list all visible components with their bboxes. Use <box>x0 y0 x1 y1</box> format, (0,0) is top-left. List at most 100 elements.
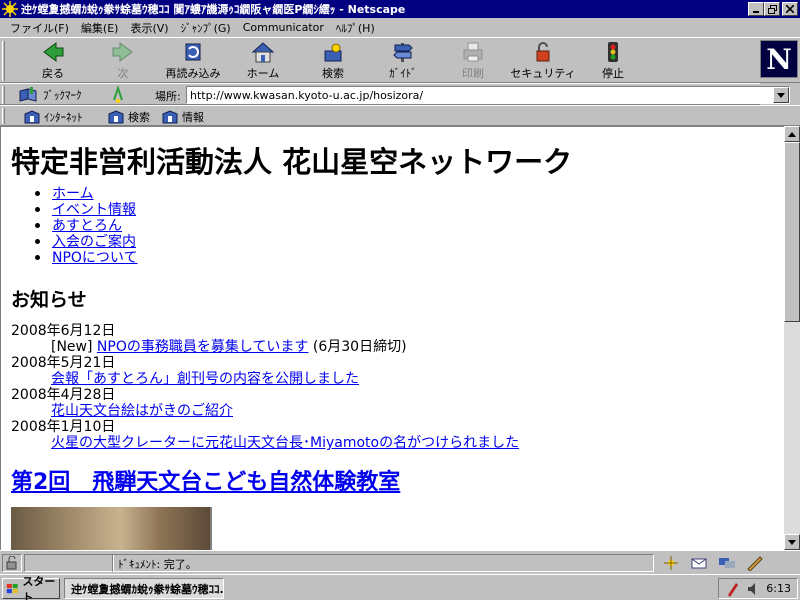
search-label: 検索 <box>322 67 344 80</box>
minimize-icon <box>753 11 759 13</box>
news-suffix: (6月30日締切) <box>308 339 407 355</box>
taskbar-netscape-button[interactable]: 迚ｹ螳夐撼蝟ｶ蛻ｩ豢ｻ蜍墓ｳ穂ｺｺ... <box>64 578 224 599</box>
news-list: 2008年6月12日 [New] NPOの事務職員を募集しています (6月30日… <box>11 323 519 451</box>
news-date: 2008年5月21日 <box>11 355 116 371</box>
clock[interactable]: 6:13 <box>766 582 791 595</box>
restore-button[interactable] <box>764 2 780 16</box>
netscape-logo[interactable]: N <box>760 40 798 78</box>
menu-file[interactable]: ファイル(F) <box>4 20 75 36</box>
mail-icon[interactable] <box>690 555 708 571</box>
menu-go[interactable]: ｼﾞｬﾝﾌﾟ(G) <box>175 20 237 36</box>
page-proxy-icon[interactable] <box>110 86 126 104</box>
location-grip[interactable] <box>2 86 5 104</box>
location-label: 場所: <box>155 90 181 103</box>
url-text[interactable]: http://www.kwasan.kyoto-u.ac.jp/hosizora… <box>187 89 773 102</box>
forward-button[interactable]: 次 <box>88 40 158 82</box>
start-label: スタート <box>22 574 56 600</box>
scroll-up-button[interactable] <box>784 126 800 142</box>
guide-label: ｶﾞｲﾄﾞ <box>389 67 417 80</box>
stop-label: 停止 <box>602 67 624 80</box>
forward-arrow-icon <box>112 42 133 62</box>
nav-link-about-npo[interactable]: NPOについて <box>52 247 138 267</box>
arrow-up-icon <box>788 131 796 137</box>
navigation-toolbar: 戻る 次 再読み込み ホーム 検索 ｶﾞｲﾄﾞ 印刷 セキュリティ 停止 <box>0 37 800 83</box>
print-button[interactable]: 印刷 <box>438 40 508 82</box>
home-icon <box>251 42 275 63</box>
news-item: 火星の大型クレーターに元花山天文台長･Miyamotoの名がつけられました <box>11 435 519 451</box>
personal-item-search[interactable]: 検索 <box>108 109 150 125</box>
security-indicator[interactable] <box>2 554 22 572</box>
close-icon <box>786 5 794 13</box>
status-text-panel <box>112 554 654 572</box>
security-label: セキュリティ <box>510 67 576 80</box>
bookmarks-button[interactable]: ﾌﾞｯｸﾏｰｸ <box>18 86 82 104</box>
menu-edit[interactable]: 編集(E) <box>75 20 125 36</box>
search-button[interactable]: 検索 <box>298 40 368 82</box>
minimize-button[interactable] <box>748 2 764 16</box>
scroll-thumb[interactable] <box>784 142 800 322</box>
back-label: 戻る <box>42 67 64 80</box>
composer-icon[interactable] <box>746 555 764 571</box>
url-dropdown-button[interactable] <box>773 87 789 103</box>
news-item: [New] NPOの事務職員を募集しています (6月30日締切) <box>11 339 519 355</box>
bookmarks-label: ﾌﾞｯｸﾏｰｸ <box>43 89 82 102</box>
search-icon <box>324 43 342 62</box>
news-date: 2008年1月10日 <box>11 419 116 435</box>
bookmark-folder-icon <box>162 110 178 124</box>
component-bar <box>656 554 796 572</box>
reload-button[interactable]: 再読み込み <box>158 40 228 82</box>
volume-icon[interactable] <box>746 582 760 596</box>
system-tray: 6:13 <box>718 578 798 599</box>
back-arrow-icon <box>43 42 64 62</box>
discussion-icon[interactable] <box>718 555 736 571</box>
stop-button[interactable]: 停止 <box>578 40 648 82</box>
news-heading: お知らせ <box>11 289 87 311</box>
news-link[interactable]: NPOの事務職員を募集しています <box>97 339 309 355</box>
title-bar[interactable]: 迚ｹ螳夐撼蝟ｶ蛻ｩ豢ｻ蜍墓ｳ穂ｺｺ 闃ｱ螻ｱ譏溽ｩｺ繝阪ャ繝医Ρ繝ｼ繧ｯ - N… <box>0 0 800 18</box>
toolbar-grip[interactable] <box>2 41 5 81</box>
padlock-icon <box>536 42 550 62</box>
personal-item-info[interactable]: 情報 <box>162 109 204 125</box>
back-button[interactable]: 戻る <box>18 40 88 82</box>
navigator-icon[interactable] <box>662 555 680 571</box>
personal-toolbar-grip[interactable] <box>2 108 5 124</box>
guide-icon <box>393 43 413 62</box>
event-photo[interactable] <box>11 507 212 550</box>
event-heading-link[interactable]: 第2回 飛騨天文台こども自然体験教室 <box>11 464 400 496</box>
nav-item-about-npo: NPOについて <box>33 247 138 267</box>
news-link[interactable]: 花山天文台絵はがきのご紹介 <box>51 403 233 419</box>
location-toolbar: ﾌﾞｯｸﾏｰｸ 場所: http://www.kwasan.kyoto-u.ac… <box>0 83 790 105</box>
ime-pen-icon[interactable] <box>726 581 740 597</box>
vertical-scrollbar[interactable] <box>784 126 800 550</box>
menu-view[interactable]: 表示(V) <box>124 20 174 36</box>
site-nav: ホーム イベント情報 あすとろん 入会のご案内 NPOについて <box>33 185 138 267</box>
close-button[interactable] <box>782 2 798 16</box>
home-label: ホーム <box>246 67 280 80</box>
unlocked-icon <box>6 555 17 570</box>
personal-item-search-label: 検索 <box>128 111 150 124</box>
scroll-down-button[interactable] <box>784 534 800 550</box>
taskbar: スタート 迚ｹ螳夐撼蝟ｶ蛻ｩ豢ｻ蜍墓ｳ穂ｺｺ... 6:13 <box>0 574 800 600</box>
print-label: 印刷 <box>462 67 484 80</box>
start-button[interactable]: スタート <box>2 575 60 600</box>
personal-item-info-label: 情報 <box>182 111 204 124</box>
news-prefix: [New] <box>51 339 97 355</box>
arrow-down-icon <box>788 539 796 545</box>
reload-icon <box>185 43 201 61</box>
news-item: 会報「あすとろん」創刊号の内容を公開しました <box>11 371 519 387</box>
news-item: 花山天文台絵はがきのご紹介 <box>11 403 519 419</box>
window-title: 迚ｹ螳夐撼蝟ｶ蛻ｩ豢ｻ蜍墓ｳ穂ｺｺ 闃ｱ螻ｱ譏溽ｩｺ繝阪ャ繝医Ρ繝ｼ繧ｯ - N… <box>21 3 406 16</box>
news-link[interactable]: 火星の大型クレーターに元花山天文台長･Miyamotoの名がつけられました <box>51 435 519 451</box>
windows-logo-icon <box>6 583 18 593</box>
guide-button[interactable]: ｶﾞｲﾄﾞ <box>368 40 438 82</box>
home-button[interactable]: ホーム <box>228 40 298 82</box>
menu-communicator[interactable]: Communicator <box>237 21 330 34</box>
menu-help[interactable]: ﾍﾙﾌﾟ(H) <box>330 20 381 36</box>
personal-item-internet[interactable]: ｲﾝﾀｰﾈｯﾄ <box>24 109 83 125</box>
personal-item-internet-label: ｲﾝﾀｰﾈｯﾄ <box>44 111 83 124</box>
url-field[interactable]: http://www.kwasan.kyoto-u.ac.jp/hosizora… <box>186 86 790 104</box>
chevron-down-icon <box>777 92 785 98</box>
security-button[interactable]: セキュリティ <box>508 40 578 82</box>
news-link[interactable]: 会報「あすとろん」創刊号の内容を公開しました <box>51 371 359 387</box>
progress-bar <box>24 554 114 572</box>
